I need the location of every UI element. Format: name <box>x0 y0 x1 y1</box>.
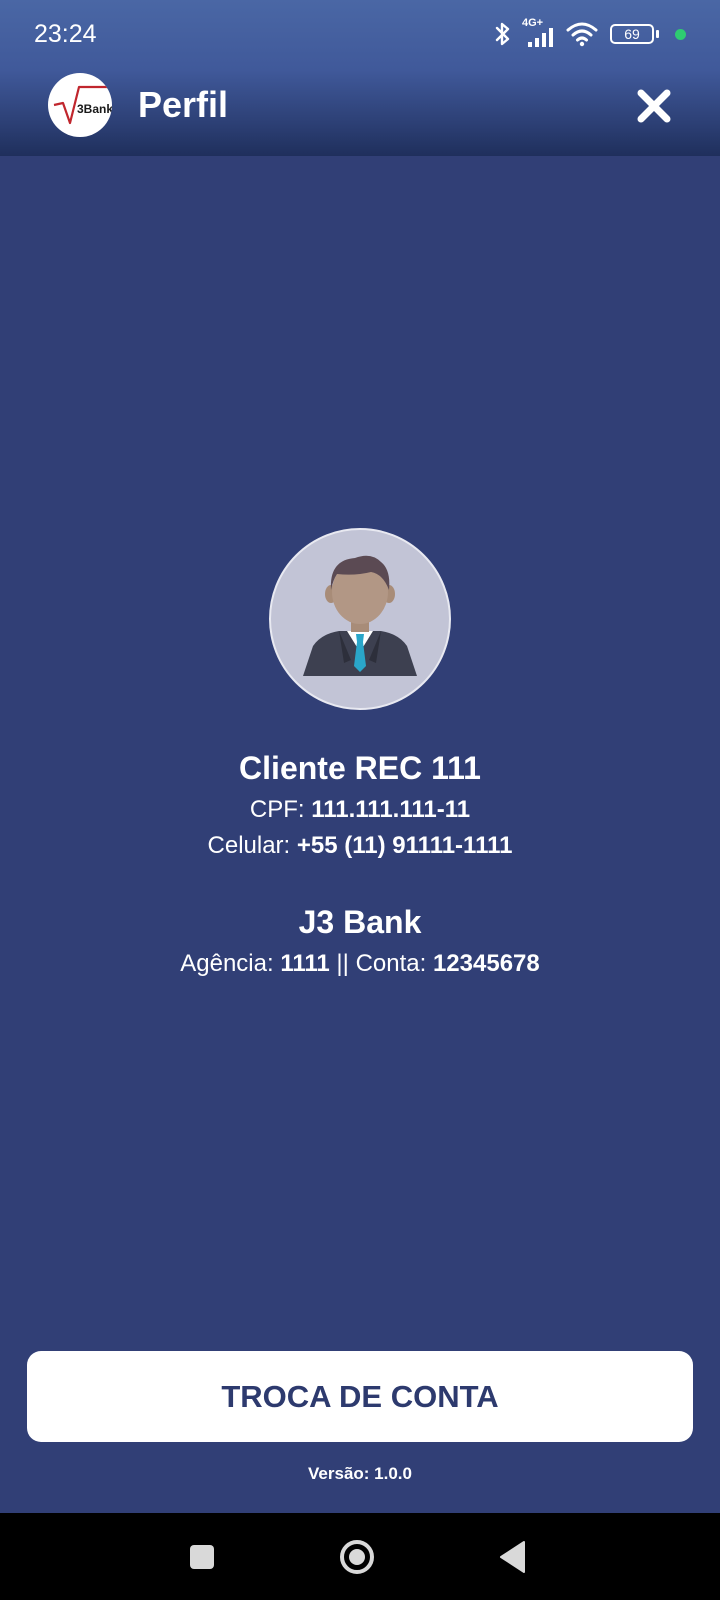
account-label: Conta: <box>355 950 427 977</box>
recent-apps-button[interactable] <box>182 1537 222 1577</box>
separator: || <box>336 950 349 977</box>
bluetooth-icon <box>492 21 514 47</box>
app-version: Versão: 1.0.0 <box>308 1464 412 1483</box>
cpf-value: 111.111.111-11 <box>311 796 471 823</box>
account-line: Agência: 1111 || Conta: 12345678 <box>0 950 720 978</box>
home-icon <box>340 1540 374 1574</box>
back-icon <box>500 1541 525 1573</box>
phone-line: Celular: +55 (11) 91111-1111 <box>0 832 720 860</box>
logo-text: 3Bank <box>77 102 112 116</box>
cpf-line: CPF: 111.111.111-11 <box>0 796 720 824</box>
battery-tip <box>656 30 659 38</box>
recent-apps-icon <box>190 1545 214 1569</box>
signal-icon: 4G+ <box>522 17 558 49</box>
user-avatar-icon <box>303 555 417 676</box>
battery-icon: 69 <box>610 24 654 44</box>
phone-value: +55 (11) 91111-1111 <box>296 832 513 859</box>
logo-mark-icon: 3Bank <box>53 85 112 125</box>
app-header: 3Bank Perfil <box>0 70 720 156</box>
client-name: Cliente REC 111 <box>239 750 481 786</box>
status-time: 23:24 <box>34 20 97 48</box>
switch-account-button[interactable]: TROCA DE CONTA <box>27 1351 693 1442</box>
top-bar: 23:24 4G+ 69 3Bank Perfil <box>0 0 720 156</box>
bank-name: J3 Bank <box>298 904 422 940</box>
cpf-label: CPF: <box>249 796 305 823</box>
agency-value: 1111 <box>280 950 330 977</box>
status-dot <box>675 28 686 40</box>
phone-label: Celular: <box>207 832 291 859</box>
close-button[interactable] <box>634 86 674 126</box>
page-title: Perfil <box>138 84 229 125</box>
close-icon <box>637 89 671 123</box>
back-button[interactable] <box>494 1537 534 1577</box>
wifi-icon <box>566 21 598 47</box>
status-icons: 4G+ 69 <box>492 17 686 50</box>
account-value: 12345678 <box>432 950 540 977</box>
home-button[interactable] <box>337 1537 377 1577</box>
agency-label: Agência: <box>180 950 274 977</box>
user-avatar <box>269 528 451 710</box>
system-nav-bar <box>0 1513 720 1600</box>
bank-logo: 3Bank <box>48 73 112 137</box>
status-bar: 23:24 4G+ 69 <box>0 0 720 70</box>
profile-screen: 23:24 4G+ 69 3Bank Perfil Cliente REC 11… <box>0 0 720 1600</box>
